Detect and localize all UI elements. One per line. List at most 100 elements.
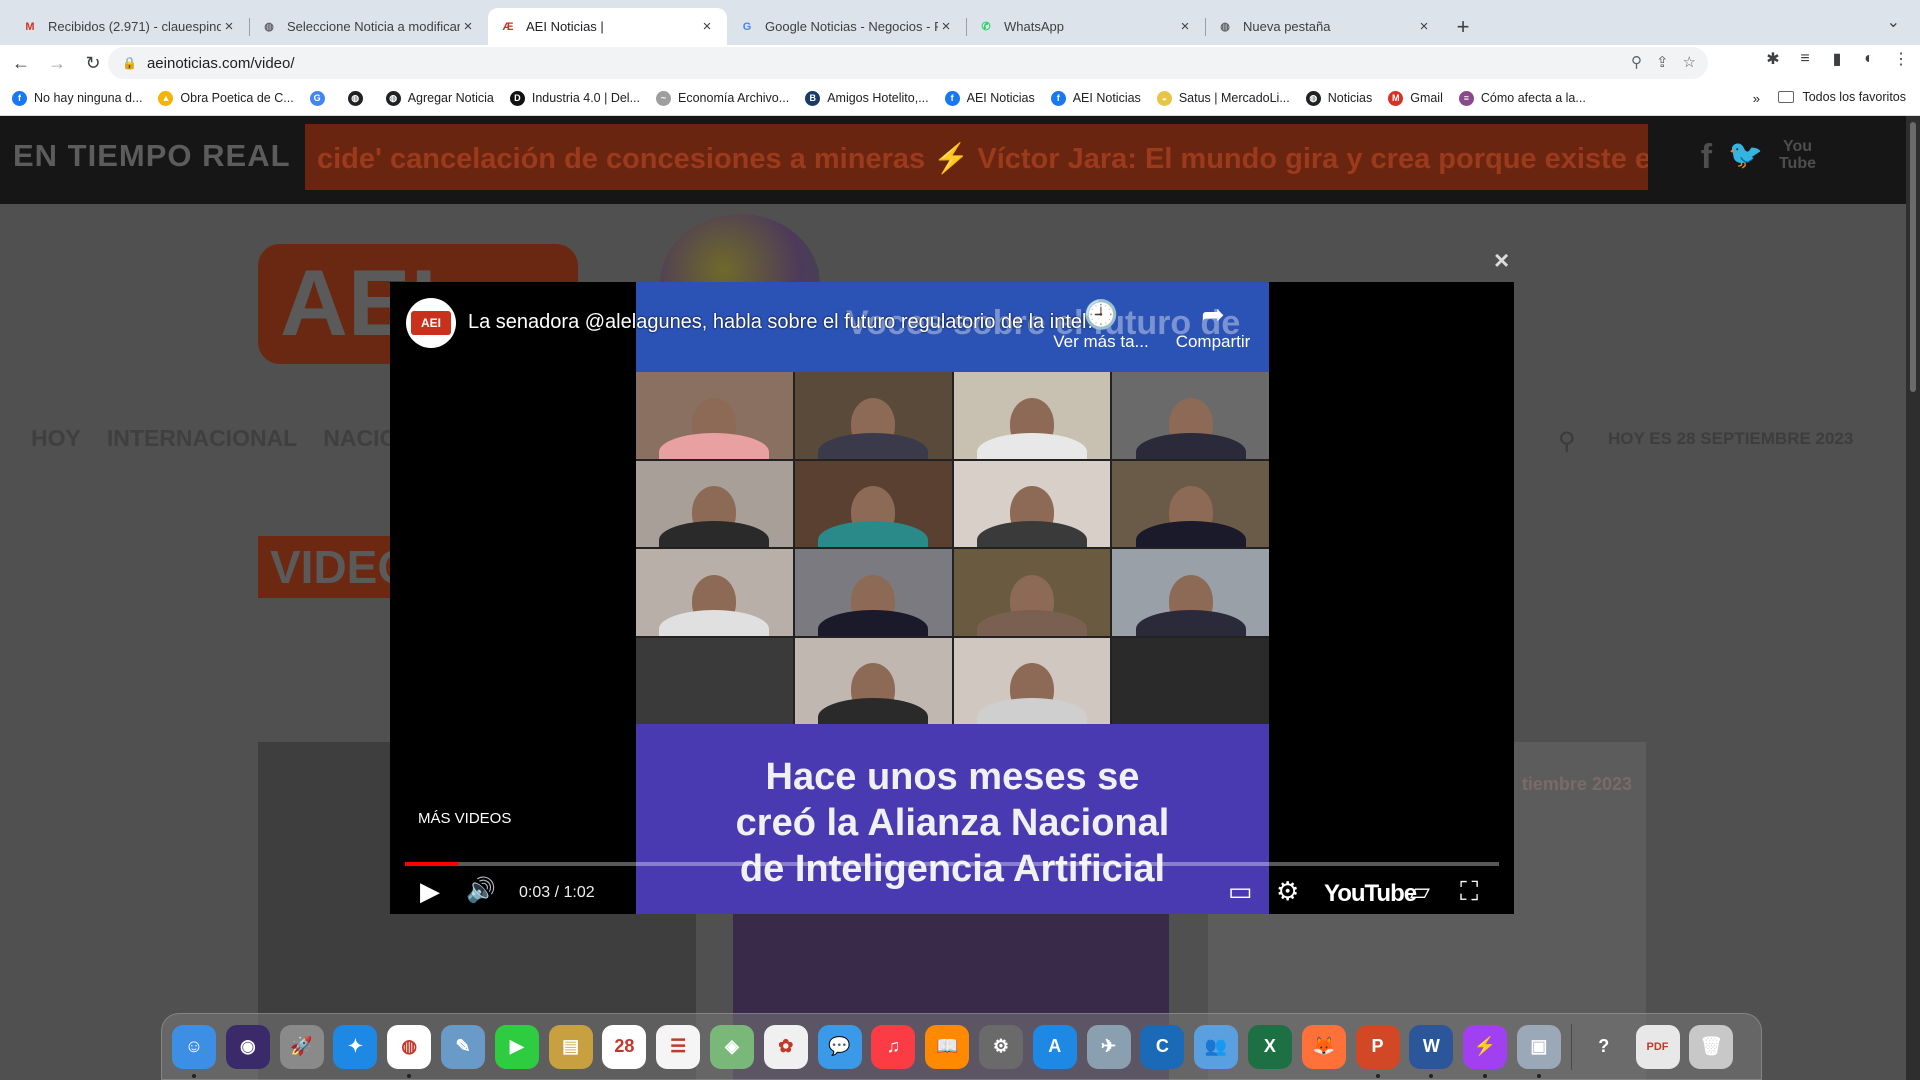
excel-icon[interactable]: X [1247, 1024, 1292, 1069]
powerpoint-icon[interactable]: P [1355, 1024, 1400, 1078]
bookmark-star-icon[interactable]: ☆ [1683, 53, 1696, 71]
search-icon[interactable]: ⚲ [1558, 427, 1576, 456]
all-bookmarks-button[interactable]: Todos los favoritos [1778, 90, 1906, 104]
messages-icon[interactable]: 💬 [817, 1024, 862, 1069]
watch-later-button[interactable]: 🕘 Ver más ta... [1046, 298, 1156, 352]
share-icon[interactable]: ⇪ [1656, 53, 1669, 71]
bookmark-item[interactable]: f AEI Noticias [1050, 90, 1141, 106]
browser-menu-icon[interactable]: ⋮ [1890, 49, 1912, 69]
people-icon[interactable]: 👥 [1194, 1024, 1239, 1069]
browser-tab[interactable]: G Google Noticias - Negocios - R × [727, 8, 966, 45]
bookmark-item[interactable]: ◍ Noticias [1305, 90, 1372, 106]
menu-item[interactable]: HOY [31, 425, 81, 452]
news-ticker[interactable]: cide' cancelación de concesiones a miner… [305, 124, 1648, 190]
trash-icon[interactable]: 🗑 [1689, 1024, 1734, 1069]
tab-search-chevron-icon[interactable]: ⌄ [1887, 12, 1900, 32]
browser-tab[interactable]: ✆ WhatsApp × [966, 8, 1205, 45]
launchpad-icon[interactable]: 🚀 [279, 1024, 324, 1069]
page-scrollbar[interactable] [1906, 116, 1920, 1080]
zoom-icon[interactable]: ⚲ [1631, 53, 1642, 71]
menu-item[interactable]: INTERNACIONAL [107, 425, 297, 452]
twitter-icon[interactable]: 🐦 [1728, 138, 1763, 177]
bookmark-item[interactable]: M Gmail [1388, 90, 1443, 106]
forward-button[interactable]: → [42, 48, 72, 78]
music-icon[interactable]: ♫ [871, 1024, 916, 1069]
reminders-icon[interactable]: ☰ [656, 1024, 701, 1069]
finder-icon[interactable]: ☺ [172, 1024, 216, 1078]
volume-icon[interactable]: 🔊 [466, 876, 496, 905]
siri-icon[interactable]: ◉ [225, 1024, 270, 1069]
youtube-icon[interactable]: You Tube [1779, 138, 1816, 177]
bookmark-item[interactable]: D Industria 4.0 | Del... [509, 90, 640, 106]
scrollbar-thumb[interactable] [1910, 122, 1916, 392]
firefox-icon[interactable]: 🦊 [1301, 1024, 1346, 1069]
more-videos-label[interactable]: MÁS VIDEOS [418, 810, 511, 827]
channel-avatar[interactable]: AEI [406, 298, 456, 348]
ticker-text[interactable]: cide' cancelación de concesiones a miner… [317, 142, 1648, 176]
tab-close-icon[interactable]: × [699, 18, 715, 35]
browser-tab[interactable]: M Recibidos (2.971) - clauespind × [10, 8, 249, 45]
share-button[interactable]: ➦ Compartir [1158, 298, 1268, 352]
bookmark-item[interactable]: f AEI Noticias [944, 90, 1035, 106]
c-app-icon[interactable]: C [1140, 1024, 1185, 1069]
help-icon[interactable]: ? [1582, 1025, 1626, 1069]
bookmark-item[interactable]: ≡ Cómo afecta a la... [1458, 90, 1586, 106]
reload-button[interactable]: ↻ [78, 48, 108, 78]
bookmark-item[interactable]: G [309, 90, 332, 106]
maps-icon[interactable]: ◈ [709, 1024, 754, 1069]
app-store-icon[interactable]: A [1032, 1024, 1077, 1069]
word-icon[interactable]: W [1409, 1024, 1454, 1078]
browser-tab[interactable]: ◍ Seleccione Noticia a modificar × [249, 8, 488, 45]
tab-close-icon[interactable]: × [460, 18, 476, 35]
side-panel-icon[interactable]: ▮ [1826, 49, 1848, 69]
browser-tab[interactable]: ◍ Nueva pestaña × [1205, 8, 1444, 45]
address-url[interactable]: aeinoticias.com/video/ [147, 55, 295, 72]
bookmark-item[interactable]: ~ Economía Archivo... [656, 90, 789, 106]
facetime-icon[interactable]: ▶ [494, 1024, 539, 1069]
books-icon[interactable]: 📖 [925, 1024, 970, 1069]
tab-close-icon[interactable]: × [938, 18, 954, 35]
subtitles-icon[interactable]: ▭ [1228, 876, 1253, 907]
video-frame[interactable]: Voces sobre el futuro de Hace unos meses… [636, 282, 1269, 914]
bookmark-item[interactable]: B Amigos Hotelito,... [805, 90, 929, 106]
profile-avatar-icon[interactable]: ◐ [1858, 50, 1880, 68]
notes-book-icon[interactable]: ▤ [548, 1024, 593, 1069]
youtube-logo[interactable]: YouTube [1324, 880, 1417, 908]
video-title[interactable]: La senadora @alelagunes, habla sobre el … [468, 311, 1110, 334]
new-tab-button[interactable]: + [1448, 8, 1478, 45]
safari-icon[interactable]: ✦ [333, 1024, 378, 1069]
tab-close-icon[interactable]: × [221, 18, 237, 35]
address-bar[interactable]: 🔒 aeinoticias.com/video/ ⚲ ⇪ ☆ [108, 47, 1708, 79]
chrome-icon[interactable]: ◍ [387, 1024, 432, 1078]
browser-tab[interactable]: Æ AEI Noticias | × [488, 8, 727, 45]
tab-close-icon[interactable]: × [1416, 18, 1432, 35]
fullscreen-icon[interactable]: ⛶ [1460, 876, 1478, 908]
dock-glyph: 🗑 [1699, 1036, 1723, 1056]
progress-bar[interactable] [405, 862, 1499, 866]
cast-icon[interactable]: ▱ [1410, 876, 1430, 907]
back-button[interactable]: ← [6, 48, 36, 78]
settings-gear-icon[interactable]: ⚙ [1276, 876, 1299, 907]
tab-close-icon[interactable]: × [1177, 18, 1193, 35]
preview-icon[interactable]: ✎ [440, 1024, 485, 1069]
pdf-icon[interactable]: PDF [1635, 1024, 1680, 1069]
bookmark-item[interactable]: f No hay ninguna d... [12, 90, 142, 106]
screenshot-icon[interactable]: ▣ [1516, 1024, 1561, 1078]
youtube-player[interactable]: Voces sobre el futuro de Hace unos meses… [390, 282, 1514, 914]
photos-icon[interactable]: ✿ [763, 1024, 808, 1069]
lock-icon[interactable]: 🔒 [122, 56, 137, 70]
bookmark-item[interactable]: ◒ Satus | MercadoLi... [1156, 90, 1290, 106]
calendar-icon[interactable]: 28 [602, 1024, 647, 1069]
modal-close-button[interactable]: × [1494, 245, 1509, 276]
bookmark-item[interactable]: ◍ [347, 90, 370, 106]
facebook-icon[interactable]: f [1701, 138, 1712, 177]
media-control-icon[interactable]: ≡ [1794, 50, 1816, 68]
bookmark-item[interactable]: ▲ Obra Poetica de C... [158, 90, 294, 106]
migration-icon[interactable]: ✈ [1086, 1024, 1131, 1069]
bookmarks-overflow-button[interactable]: » [1753, 91, 1760, 106]
messenger-icon[interactable]: ⚡ [1463, 1024, 1508, 1078]
system-settings-icon[interactable]: ⚙ [978, 1024, 1023, 1069]
play-button[interactable]: ▶ [420, 876, 440, 907]
extensions-icon[interactable]: ✱ [1762, 49, 1784, 69]
bookmark-item[interactable]: ◍ Agregar Noticia [385, 90, 494, 106]
